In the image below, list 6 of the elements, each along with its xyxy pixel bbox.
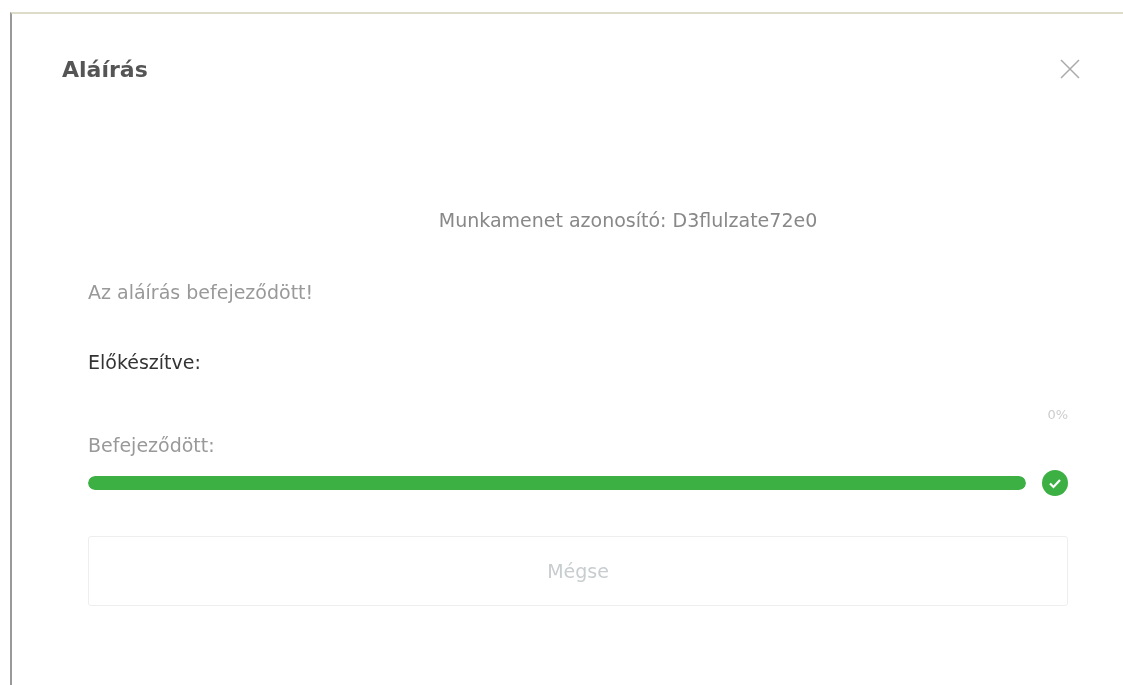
session-id: Munkamenet azonosító: D3flulzate72e0 xyxy=(437,209,819,231)
prepared-label: Előkészítve: xyxy=(88,351,202,373)
dialog-title: Aláírás xyxy=(62,56,148,82)
finished-label: Befejeződött: xyxy=(88,434,216,456)
status-message: Az aláírás befejeződött! xyxy=(88,281,315,303)
close-icon xyxy=(1059,58,1081,80)
